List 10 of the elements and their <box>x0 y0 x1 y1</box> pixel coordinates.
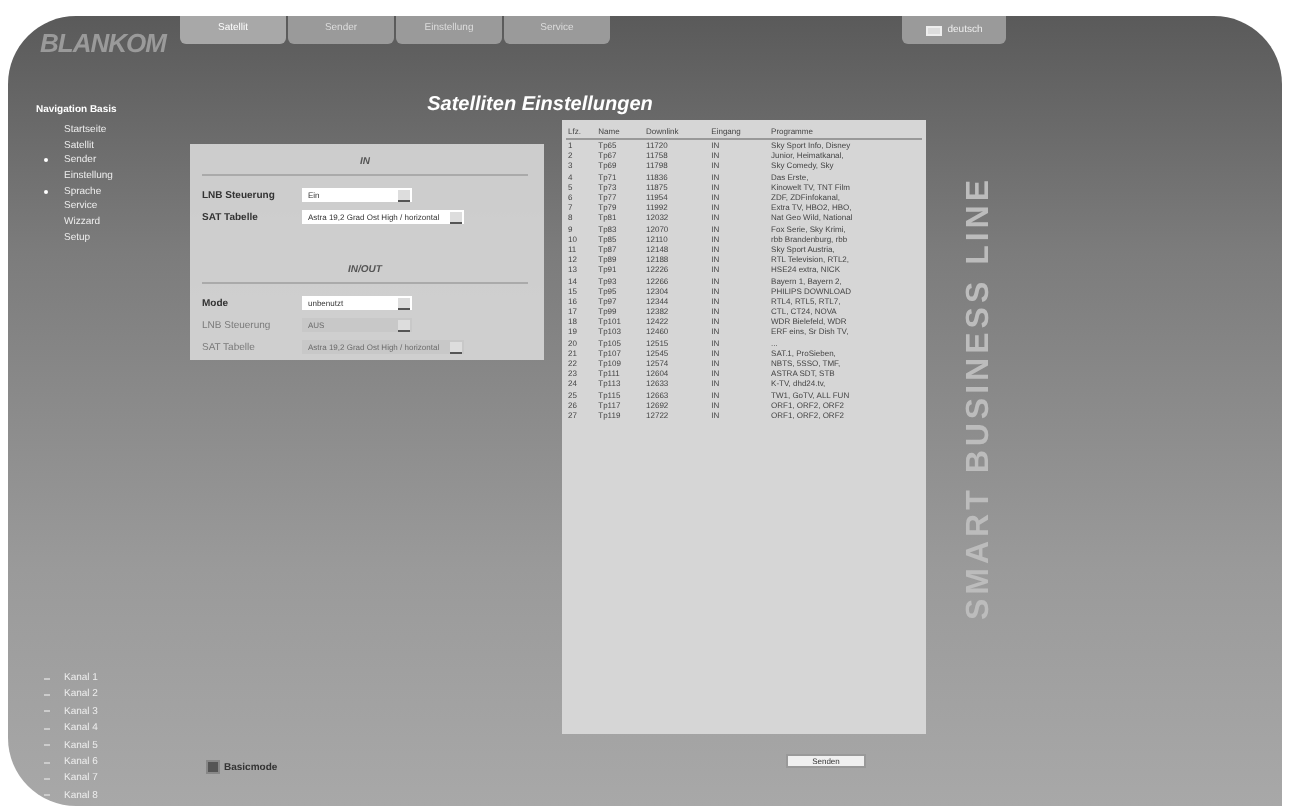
logo: BLANKOM <box>40 26 170 58</box>
dash-icon <box>44 693 50 696</box>
caret-icon <box>398 190 410 202</box>
page-title: Satelliten Einstellungen <box>425 94 655 116</box>
checkbox[interactable] <box>206 760 220 774</box>
dash-icon <box>44 744 50 747</box>
caret-icon <box>449 212 462 224</box>
caret-icon <box>449 342 462 354</box>
flag-icon <box>925 25 942 35</box>
dash-icon <box>44 777 50 780</box>
